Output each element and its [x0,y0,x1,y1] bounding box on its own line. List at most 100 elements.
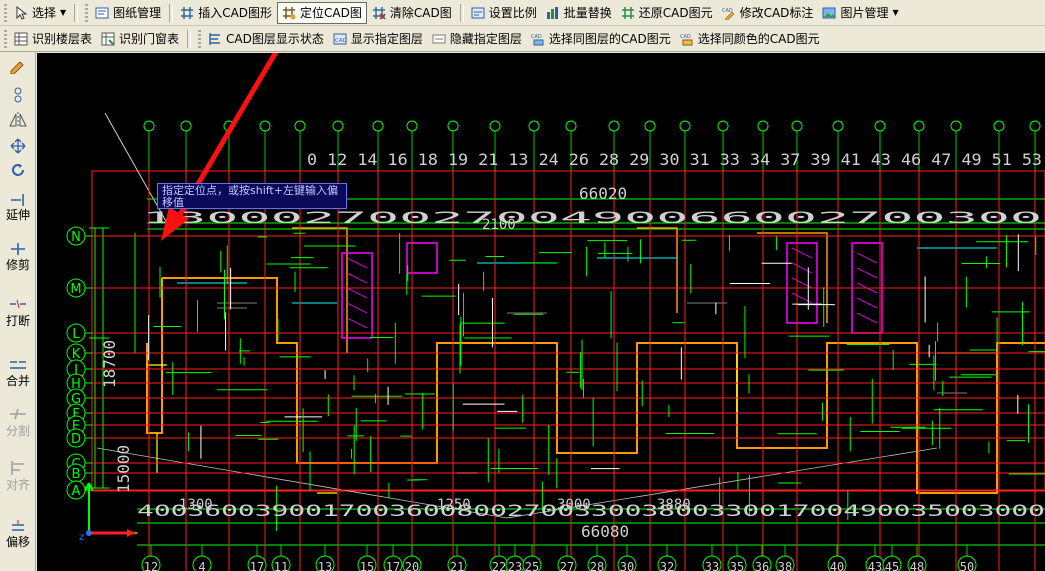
top-axis-bubble [717,120,729,132]
mid-dimension: 3880 [657,497,691,513]
top-axis-bubble [757,120,769,132]
bottom-total-dimension: 66080 [581,522,629,541]
chevron-down-icon[interactable]: ▼ [892,8,898,17]
cad-floor-plan: z NMLKJHGFEDCBA1241711131517202122232527… [66,53,1045,571]
mirror-icon[interactable] [8,112,28,128]
toolbar-separator [74,3,79,22]
bottom-axis-bubble: 25 [522,545,542,571]
rotate-copy-icon[interactable] [8,86,28,104]
bottom-axis-bubble: 43 [865,545,885,571]
bottom-axis-bubble: 17 [247,545,267,571]
cad-drawing-canvas[interactable]: z NMLKJHGFEDCBA1241711131517202122232527… [37,53,1045,571]
bottom-axis-label: 11 [274,560,288,571]
identify-floor-table-button[interactable]: 识别楼层表 [10,28,96,50]
bottom-axis-bubble: 23 [505,545,525,571]
edit-tools-sidebar: 延伸 修剪 打断 合并 分割 对齐 偏移 [0,52,36,571]
toolbar-grip[interactable] [4,29,7,48]
clear-cad-button[interactable]: 清除CAD图 [368,2,456,24]
chevron-down-icon[interactable]: ▼ [60,8,66,17]
hide-layer-button[interactable]: 隐藏指定图层 [428,28,526,50]
edit-annotation-button[interactable]: CAD 修改CAD标注 [718,2,818,24]
top-axis-bubble [143,120,155,132]
bottom-axis-label: 40 [830,560,844,571]
select-same-color-label: 选择同颜色的CAD图元 [697,32,820,46]
bottom-axis-bubble: 28 [587,545,607,571]
bottom-axis-label: 35 [730,560,744,571]
extend-icon [11,194,24,206]
bottom-axis-bubble: 32 [657,545,677,571]
hide-layer-label: 隐藏指定图层 [449,32,522,46]
mid-dimension: 1250 [437,497,471,513]
pen-icon[interactable] [8,58,28,74]
offset-tool[interactable]: 偏移 [5,535,31,550]
bottom-axis-label: 50 [960,560,974,571]
bottom-axis-label: 23 [508,560,522,571]
row-axis-bubble: M [66,278,92,298]
bottom-axis-label: 20 [405,560,419,571]
extend-tool[interactable]: 延伸 [5,208,31,223]
locate-cad-button[interactable]: 定位CAD图 [277,1,367,24]
bottom-axis-bubble: 33 [702,545,722,571]
bottom-axis-bubble: 35 [727,545,747,571]
set-scale-button[interactable]: 设置比例 [467,2,541,24]
toolbar-grip[interactable] [85,3,89,22]
layer-state-button[interactable]: CAD图层显示状态 [204,28,328,50]
identify-door-window-button[interactable]: 识别门窗表 [97,28,183,50]
restore-cad-icon [621,6,635,20]
trim-tool[interactable]: 修剪 [5,258,31,273]
bottom-axis-label: 17 [386,560,400,571]
mid-dimension: 2100 [482,217,516,233]
align-icon [11,461,24,475]
break-tool[interactable]: 打断 [5,314,31,329]
row-axis-bubble: K [66,343,92,363]
bottom-axis-bubble: 13 [315,545,335,571]
toolbar-grip[interactable] [4,3,7,22]
top-axis-bubble [489,120,501,132]
select-button[interactable]: 选择 ▼ [10,2,70,24]
svg-text:CAD: CAD [680,34,691,40]
move-icon[interactable] [8,138,28,154]
select-same-color-icon: CAD [680,32,694,46]
drawing-manager-button[interactable]: 图纸管理 [91,2,165,24]
batch-replace-button[interactable]: 批量替换 [542,2,616,24]
bottom-axis-label: 30 [620,560,634,571]
bottom-axis-bubble: 45 [882,545,902,571]
merge-tool[interactable]: 合并 [5,374,31,389]
top-axis-bubble [372,120,384,132]
top-axis-bubble [332,120,344,132]
bottom-axis-bubble: 36 [752,545,772,571]
row-axis-bubble: B [66,463,92,483]
bottom-axis-label: 28 [590,560,604,571]
image-manager-label: 图片管理 [840,6,889,20]
select-same-color-button[interactable]: CAD 选择同颜色的CAD图元 [676,28,824,50]
top-axis-bubble [528,120,540,132]
show-layer-label: 显示指定图层 [350,32,423,46]
top-axis-bubble [608,120,620,132]
edit-annotation-label: 修改CAD标注 [739,6,814,20]
align-tool: 对齐 [5,478,30,492]
bottom-axis-label: 33 [705,560,719,571]
bottom-axis-bubble: 4 [192,545,212,571]
left-dimension-2: 15000 [114,445,133,493]
batch-replace-icon [546,6,560,20]
top-axis-bubble [1029,120,1041,132]
layer-state-label: CAD图层显示状态 [226,32,324,46]
bottom-axis-label: 21 [450,560,464,571]
bottom-axis-label: 27 [560,560,574,571]
image-manager-icon [822,6,836,20]
rotate-icon[interactable] [8,162,28,178]
select-same-layer-button[interactable]: CAD 选择同图层的CAD图元 [527,28,675,50]
cad-linework: z [79,112,1045,546]
restore-cad-button[interactable]: 还原CAD图元 [617,2,717,24]
row-axis-bubble: L [66,323,92,343]
mid-dimension: 3000 [557,497,591,513]
toolbar-grip[interactable] [198,29,202,48]
bottom-axis-bubble: 30 [617,545,637,571]
show-layer-button[interactable]: CAD 显示指定图层 [329,28,427,50]
insert-cad-label: 插入CAD图形 [198,6,273,20]
image-manager-button[interactable]: 图片管理 ▼ [818,2,902,24]
top-axis-bubble [406,120,418,132]
insert-cad-button[interactable]: 插入CAD图形 [176,2,276,24]
floor-table-icon [14,32,28,46]
clear-cad-icon [372,6,386,20]
